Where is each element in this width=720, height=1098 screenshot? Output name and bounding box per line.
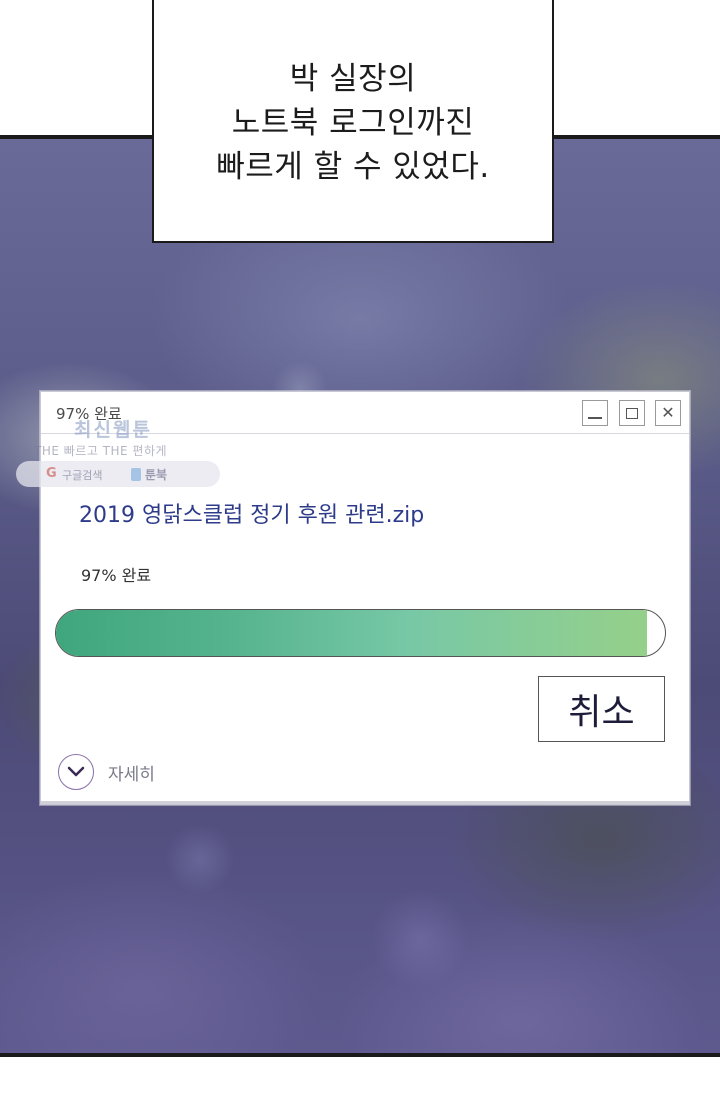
cancel-button[interactable]: 취소	[538, 676, 665, 742]
caption-line-1: 박 실장의	[289, 60, 417, 97]
caption-line-3: 빠르게 할 수 있었다.	[216, 148, 490, 185]
progress-bar	[55, 609, 666, 657]
minimize-button[interactable]	[582, 400, 608, 426]
narration-caption-box: 박 실장의 노트북 로그인까진 빠르게 할 수 있었다.	[152, 0, 554, 243]
dialog-bottom-divider	[41, 801, 689, 804]
dialog-titlebar: 97% 완료 ✕	[41, 392, 689, 434]
maximize-icon	[626, 407, 638, 419]
close-icon: ✕	[661, 403, 675, 422]
file-name-label: 2019 영닭스클럽 정기 후원 관련.zip	[79, 503, 425, 528]
chevron-down-icon[interactable]	[58, 754, 94, 790]
dialog-title: 97% 완료	[56, 405, 122, 423]
maximize-button[interactable]	[619, 400, 645, 426]
details-label: 자세히	[108, 764, 155, 785]
minimize-icon	[588, 417, 602, 419]
details-toggle[interactable]: 자세히	[58, 752, 155, 792]
progress-bar-fill	[56, 610, 647, 656]
progress-status-text: 97% 완료	[81, 566, 152, 585]
close-button[interactable]: ✕	[655, 400, 681, 426]
download-progress-dialog: 97% 완료 ✕ 2019 영닭스클럽 정기 후원 관련.zip 97% 완료 …	[40, 391, 690, 805]
caption-line-2: 노트북 로그인까진	[231, 104, 475, 141]
